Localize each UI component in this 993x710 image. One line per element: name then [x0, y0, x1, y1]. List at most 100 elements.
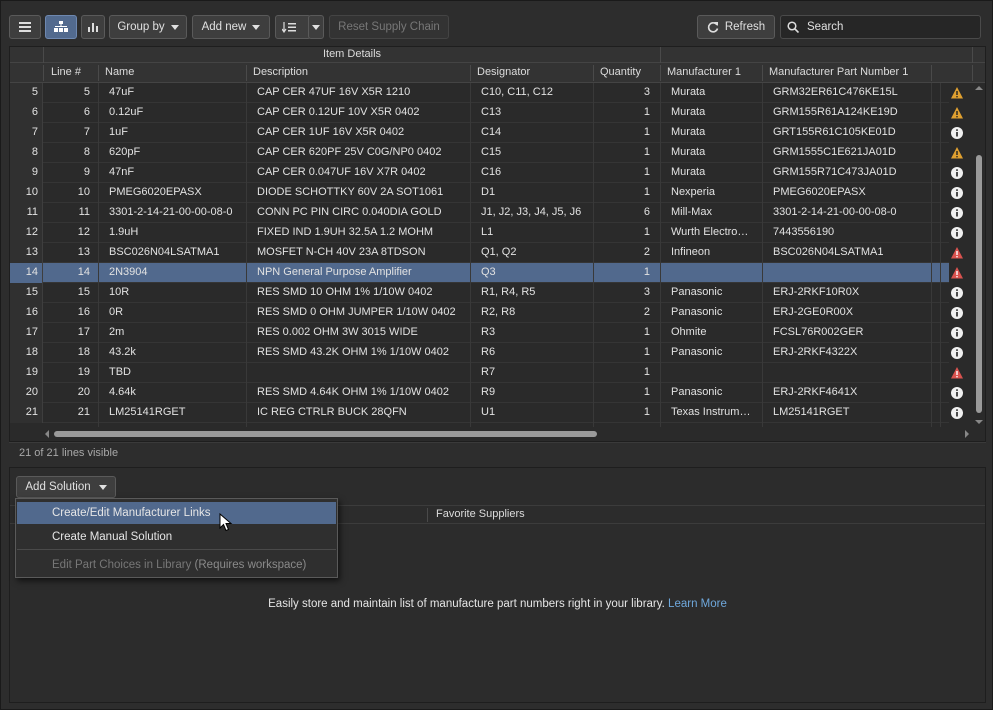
table-row[interactable]: 10 10 PMEG6020EPASX DIODE SCHOTTKY 60V 2A S…	[10, 183, 963, 203]
error-icon[interactable]	[950, 246, 964, 260]
row-index[interactable]: 10	[10, 183, 43, 203]
table-row[interactable]: 18 18 43.2k RES SMD 43.2K OHM 1% 1/10W 0402…	[10, 343, 963, 363]
row-index-text: 7	[31, 126, 38, 138]
info-icon[interactable]	[950, 226, 964, 240]
learn-more-link[interactable]: Learn More	[668, 598, 727, 610]
part-name-cell: 10R	[109, 286, 130, 298]
info-icon[interactable]	[950, 286, 964, 300]
table-row[interactable]: 14 14 2N3904 NPN General Purpose Amplifier Q…	[10, 263, 963, 283]
add-solution-button[interactable]: Add Solution	[16, 476, 116, 498]
line-number-cell: 20	[77, 386, 90, 398]
tree-view-button[interactable]	[45, 15, 77, 39]
reset-supply-chain-button[interactable]: Reset Supply Chain	[329, 15, 449, 39]
scroll-left-icon[interactable]	[44, 430, 50, 438]
row-index[interactable]: 9	[10, 163, 43, 183]
add-solution-menu: Create/Edit Manufacturer Links Create Ma…	[15, 498, 338, 578]
horizontal-scroll-thumb[interactable]	[54, 431, 597, 437]
vertical-scroll-thumb[interactable]	[976, 155, 982, 413]
info-icon[interactable]	[950, 386, 964, 400]
row-index[interactable]: 7	[10, 123, 43, 143]
row-index[interactable]: 17	[10, 323, 43, 343]
info-icon[interactable]	[950, 306, 964, 320]
flat-view-button[interactable]	[9, 15, 41, 39]
row-index[interactable]: 8	[10, 143, 43, 163]
col-designator[interactable]: Designator	[477, 66, 530, 78]
col-quantity[interactable]: Quantity	[600, 66, 641, 78]
info-icon[interactable]	[950, 406, 964, 420]
manufacturer-cell: Murata	[671, 106, 706, 118]
sort-dropdown-button[interactable]	[308, 15, 324, 39]
col-manufacturer[interactable]: Manufacturer 1	[667, 66, 741, 78]
row-index[interactable]: 21	[10, 403, 43, 423]
table-row[interactable]: 12 12 1.9uH FIXED IND 1.9UH 32.5A 1.2 MOHM L…	[10, 223, 963, 243]
description-cell: RES 0.002 OHM 3W 3015 WIDE	[257, 326, 418, 338]
table-row[interactable]: 20 20 4.64k RES SMD 4.64K OHM 1% 1/10W 0402…	[10, 383, 963, 403]
add-new-button[interactable]: Add new	[192, 15, 270, 39]
warning-icon[interactable]	[950, 106, 964, 120]
col-description[interactable]: Description	[253, 66, 308, 78]
table-row[interactable]: 16 16 0R RES SMD 0 OHM JUMPER 1/10W 0402 R2,…	[10, 303, 963, 323]
description-cell: CAP CER 0.047UF 16V X7R 0402	[257, 166, 426, 178]
warning-icon[interactable]	[950, 86, 964, 100]
row-index[interactable]: 5	[10, 83, 43, 103]
table-row[interactable]: 17 17 2m RES 0.002 OHM 3W 3015 WIDE R3 1 Ohmit…	[10, 323, 963, 343]
scroll-up-icon[interactable]	[975, 85, 983, 91]
info-icon[interactable]	[950, 346, 964, 360]
table-row[interactable]: 7 7 1uF CAP CER 1UF 16V X5R 0402 C14 1 Murata G…	[10, 123, 963, 143]
table-row[interactable]: 11 11 3301-2-14-21-00-00-08-0 CONN PC PIN C…	[10, 203, 963, 223]
error-icon[interactable]	[950, 366, 964, 380]
search-input[interactable]	[807, 21, 967, 33]
table-row[interactable]: 6 6 0.12uF CAP CER 0.12UF 10V X5R 0402 C13 1 M…	[10, 103, 963, 123]
info-icon[interactable]	[950, 186, 964, 200]
warning-icon[interactable]	[950, 146, 964, 160]
scroll-down-icon[interactable]	[975, 419, 983, 425]
table-row[interactable]: 8 8 620pF CAP CER 620PF 25V C0G/NP0 0402 C15…	[10, 143, 963, 163]
scroll-right-icon[interactable]	[964, 430, 970, 438]
menu-item-create-manual-solution[interactable]: Create Manual Solution	[17, 526, 336, 548]
table-row[interactable]: 13 13 BSC026N04LSATMA1 MOSFET N-CH 40V 23A …	[10, 243, 963, 263]
menu-item-create-edit-links[interactable]: Create/Edit Manufacturer Links	[17, 502, 336, 524]
vertical-scrollbar[interactable]	[972, 83, 985, 427]
manufacturer-part-number-cell: BSC026N04LSATMA1	[773, 246, 884, 258]
chart-view-button[interactable]	[81, 15, 105, 39]
row-index[interactable]: 13	[10, 243, 43, 263]
table-row[interactable]: 9 9 47nF CAP CER 0.047UF 16V X7R 0402 C16 1 Mu…	[10, 163, 963, 183]
row-index[interactable]: 20	[10, 383, 43, 403]
sort-button[interactable]	[275, 15, 311, 39]
row-index[interactable]: 14	[10, 263, 43, 283]
info-icon[interactable]	[950, 206, 964, 220]
row-index[interactable]: 19	[10, 363, 43, 383]
refresh-icon	[707, 22, 719, 33]
manufacturer-part-number-cell: ERJ-2RKF10R0X	[773, 286, 860, 298]
part-name-cell: BSC026N04LSATMA1	[109, 246, 220, 258]
designator-cell: C13	[481, 106, 502, 118]
table-row[interactable]: 19 19 TBD R7 1	[10, 363, 963, 383]
row-index[interactable]: 15	[10, 283, 43, 303]
row-index[interactable]: 6	[10, 103, 43, 123]
row-index-text: 5	[31, 86, 38, 98]
col-line[interactable]: Line #	[51, 66, 81, 78]
refresh-button[interactable]: Refresh	[697, 15, 775, 39]
table-row[interactable]: 5 5 47uF CAP CER 47UF 16V X5R 1210 C10, C11,…	[10, 83, 963, 103]
col-mpn[interactable]: Manufacturer Part Number 1	[769, 66, 908, 78]
part-name-cell: 47uF	[109, 86, 135, 98]
description-cell: MOSFET N-CH 40V 23A 8TDSON	[257, 246, 426, 258]
search-box[interactable]	[780, 15, 981, 39]
group-by-button[interactable]: Group by	[109, 15, 187, 39]
line-number-cell: 18	[77, 346, 90, 358]
col-name[interactable]: Name	[105, 66, 134, 78]
info-icon[interactable]	[950, 166, 964, 180]
table-row[interactable]: 21 21 LM25141RGET IC REG CTRLR BUCK 28QFN U1…	[10, 403, 963, 423]
info-icon[interactable]	[950, 326, 964, 340]
row-index[interactable]: 16	[10, 303, 43, 323]
horizontal-scrollbar[interactable]	[44, 427, 972, 441]
row-index[interactable]: 11	[10, 203, 43, 223]
list-icon	[19, 22, 31, 32]
designator-cell: J1, J2, J3, J4, J5, J6	[481, 206, 582, 218]
quantity-cell: 1	[643, 266, 650, 278]
error-icon[interactable]	[950, 266, 964, 280]
row-index[interactable]: 12	[10, 223, 43, 243]
row-index[interactable]: 18	[10, 343, 43, 363]
info-icon[interactable]	[950, 126, 964, 140]
table-row[interactable]: 15 15 10R RES SMD 10 OHM 1% 1/10W 0402 R1, R…	[10, 283, 963, 303]
